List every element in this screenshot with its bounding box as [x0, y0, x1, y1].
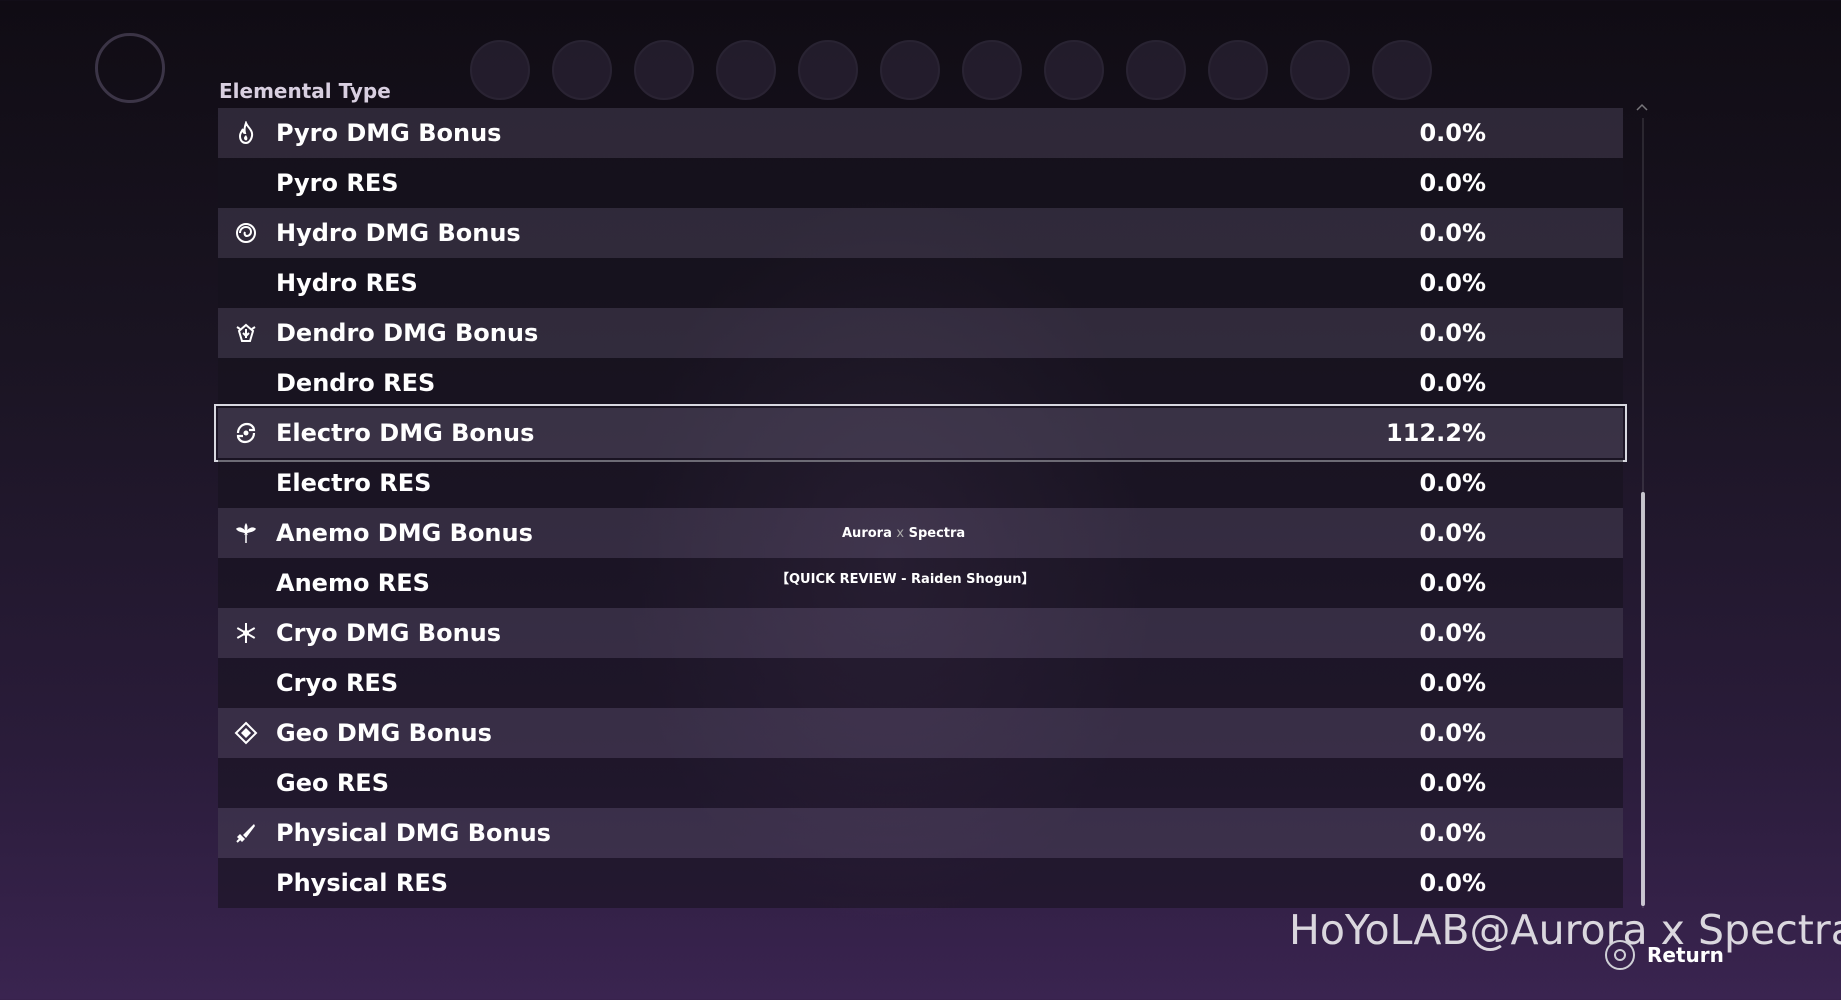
- party-portraits: [470, 40, 1432, 100]
- stat-value: 0.0%: [1419, 519, 1486, 547]
- stat-row-pyro-dmg[interactable]: Pyro DMG Bonus 0.0%: [218, 108, 1623, 158]
- review-caption: 【QUICK REVIEW - Raiden Shogun】: [776, 572, 1035, 587]
- scrollbar-thumb[interactable]: [1641, 492, 1645, 906]
- stat-label: Physical DMG Bonus: [276, 819, 551, 847]
- physical-icon: [234, 821, 258, 845]
- character-emblem: [95, 33, 165, 103]
- stat-label: Cryo RES: [276, 669, 399, 697]
- hydro-icon: [234, 221, 258, 245]
- stat-row-physical-dmg[interactable]: Physical DMG Bonus 0.0%: [218, 808, 1623, 858]
- stat-value: 0.0%: [1419, 119, 1486, 147]
- stat-label: Hydro DMG Bonus: [276, 219, 521, 247]
- credit-caption: Aurora x Spectra: [842, 526, 965, 541]
- section-title: Elemental Type: [219, 79, 391, 103]
- stat-label: Anemo DMG Bonus: [276, 519, 533, 547]
- stat-row-cryo-dmg[interactable]: Cryo DMG Bonus 0.0%: [218, 608, 1623, 658]
- stat-label: Geo RES: [276, 769, 389, 797]
- dendro-icon: [234, 321, 258, 345]
- credit-left: Aurora: [842, 526, 892, 541]
- stat-value: 0.0%: [1419, 169, 1486, 197]
- stat-value: 0.0%: [1419, 569, 1486, 597]
- stat-row-cryo-res[interactable]: Cryo RES 0.0%: [218, 658, 1623, 708]
- portrait: [962, 40, 1022, 100]
- stat-row-dendro-dmg[interactable]: Dendro DMG Bonus 0.0%: [218, 308, 1623, 358]
- stat-label: Geo DMG Bonus: [276, 719, 492, 747]
- stat-label: Electro DMG Bonus: [276, 419, 535, 447]
- stat-label: Dendro DMG Bonus: [276, 319, 539, 347]
- stat-value: 0.0%: [1419, 319, 1486, 347]
- portrait: [716, 40, 776, 100]
- cryo-icon: [234, 621, 258, 645]
- scroll-up-arrow-icon[interactable]: [1636, 98, 1648, 111]
- stat-value: 0.0%: [1419, 719, 1486, 747]
- portrait: [798, 40, 858, 100]
- stat-label: Physical RES: [276, 869, 448, 897]
- stat-label: Cryo DMG Bonus: [276, 619, 502, 647]
- stat-row-hydro-res[interactable]: Hydro RES 0.0%: [218, 258, 1623, 308]
- stat-row-geo-dmg[interactable]: Geo DMG Bonus 0.0%: [218, 708, 1623, 758]
- stat-label: Pyro RES: [276, 169, 399, 197]
- stat-row-dendro-res[interactable]: Dendro RES 0.0%: [218, 358, 1623, 408]
- portrait: [1044, 40, 1104, 100]
- stat-value: 0.0%: [1419, 369, 1486, 397]
- return-button[interactable]: Return: [1605, 940, 1724, 970]
- portrait: [634, 40, 694, 100]
- portrait: [1290, 40, 1350, 100]
- circle-button-icon: [1605, 940, 1635, 970]
- stat-label: Anemo RES: [276, 569, 430, 597]
- stat-label: Dendro RES: [276, 369, 436, 397]
- stat-label: Hydro RES: [276, 269, 418, 297]
- return-label: Return: [1647, 943, 1724, 967]
- stat-value: 0.0%: [1419, 819, 1486, 847]
- portrait: [552, 40, 612, 100]
- anemo-icon: [234, 521, 258, 545]
- stat-row-electro-res[interactable]: Electro RES 0.0%: [218, 458, 1623, 508]
- stat-label: Electro RES: [276, 469, 432, 497]
- stat-value: 0.0%: [1419, 269, 1486, 297]
- portrait: [1208, 40, 1268, 100]
- watermark: HoYoLAB@Aurora x Spectra: [1289, 906, 1841, 954]
- stat-row-physical-res[interactable]: Physical RES 0.0%: [218, 858, 1623, 908]
- portrait: [470, 40, 530, 100]
- elemental-stats-list: Pyro DMG Bonus 0.0% Pyro RES 0.0% Hydro …: [214, 108, 1627, 908]
- electro-icon: [234, 421, 258, 445]
- stat-row-hydro-dmg[interactable]: Hydro DMG Bonus 0.0%: [218, 208, 1623, 258]
- stat-value: 0.0%: [1419, 219, 1486, 247]
- stat-row-electro-dmg[interactable]: Electro DMG Bonus 112.2%: [214, 404, 1627, 462]
- stat-row-pyro-res[interactable]: Pyro RES 0.0%: [218, 158, 1623, 208]
- stat-value: 112.2%: [1386, 419, 1486, 447]
- stat-value: 0.0%: [1419, 669, 1486, 697]
- geo-icon: [234, 721, 258, 745]
- portrait: [880, 40, 940, 100]
- credit-right: Spectra: [908, 526, 966, 541]
- portrait: [1126, 40, 1186, 100]
- stat-value: 0.0%: [1419, 619, 1486, 647]
- stat-row-geo-res[interactable]: Geo RES 0.0%: [218, 758, 1623, 808]
- stat-value: 0.0%: [1419, 769, 1486, 797]
- stat-value: 0.0%: [1419, 469, 1486, 497]
- stat-value: 0.0%: [1419, 869, 1486, 897]
- stat-label: Pyro DMG Bonus: [276, 119, 502, 147]
- credit-x: x: [896, 526, 905, 541]
- pyro-icon: [234, 121, 258, 145]
- portrait: [1372, 40, 1432, 100]
